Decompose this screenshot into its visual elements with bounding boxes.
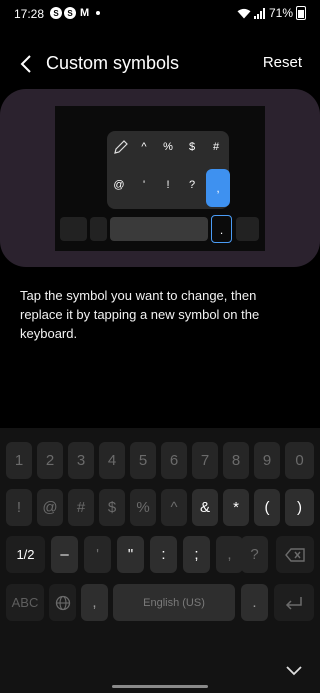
key-hash[interactable]: # — [68, 489, 94, 526]
key-8[interactable]: 8 — [223, 442, 249, 479]
status-time: 17:28 — [14, 7, 45, 21]
key-open-paren[interactable]: ( — [254, 489, 280, 526]
key-5[interactable]: 5 — [130, 442, 156, 479]
space-key[interactable]: English (US) — [113, 584, 235, 621]
key-percent[interactable]: % — [130, 489, 156, 526]
key-6[interactable]: 6 — [161, 442, 187, 479]
battery-icon — [296, 6, 306, 20]
popup-symbol[interactable]: ' — [134, 179, 154, 191]
key-ampersand[interactable]: & — [192, 489, 218, 526]
key-9[interactable]: 9 — [254, 442, 280, 479]
popup-symbol[interactable]: ^ — [134, 141, 154, 153]
preview-key — [60, 217, 87, 241]
more-notifications-icon — [96, 11, 101, 15]
status-bar: 17:28 S S M 71% — [0, 0, 320, 28]
period-key[interactable]: . — [241, 584, 268, 621]
back-button[interactable] — [12, 50, 40, 78]
popup-symbol[interactable]: $ — [182, 141, 202, 153]
signal-icon — [253, 7, 265, 19]
enter-icon — [285, 596, 302, 610]
comma-key[interactable]: , — [81, 584, 108, 621]
popup-symbol[interactable]: @ — [109, 179, 129, 191]
backspace-key[interactable] — [276, 536, 314, 573]
reset-button[interactable]: Reset — [263, 54, 302, 71]
home-indicator[interactable] — [112, 685, 208, 688]
enter-key[interactable] — [274, 584, 314, 621]
page-title: Custom symbols — [46, 53, 180, 73]
key-0[interactable]: 0 — [285, 442, 314, 479]
key-page-toggle[interactable]: 1/2 — [6, 536, 45, 573]
key-close-paren[interactable]: ) — [285, 489, 314, 526]
gmail-icon: M — [80, 7, 90, 19]
key-dash[interactable]: – — [51, 536, 78, 573]
notification-icons: S S M — [50, 7, 101, 19]
app-badge-icon: S — [64, 7, 76, 19]
chevron-left-icon — [20, 55, 31, 73]
hide-keyboard-icon[interactable] — [284, 664, 304, 678]
key-colon[interactable]: : — [150, 536, 177, 573]
language-key[interactable] — [49, 584, 76, 621]
preview-period-key[interactable]: . — [211, 215, 232, 243]
key-3[interactable]: 3 — [68, 442, 94, 479]
pencil-icon[interactable] — [113, 139, 129, 160]
globe-icon — [55, 595, 70, 610]
battery-percent: 71% — [268, 6, 293, 20]
key-2[interactable]: 2 — [37, 442, 63, 479]
key-1[interactable]: 1 — [6, 442, 32, 479]
key-question[interactable]: ? — [241, 536, 268, 573]
key-quote[interactable]: " — [117, 536, 144, 573]
key-7[interactable]: 7 — [192, 442, 218, 479]
abc-key[interactable]: ABC — [6, 584, 44, 621]
key-dollar[interactable]: $ — [99, 489, 125, 526]
selected-symbol-key[interactable]: , — [206, 169, 230, 207]
key-semicolon[interactable]: ; — [183, 536, 210, 573]
key-4[interactable]: 4 — [99, 442, 125, 479]
popup-symbol[interactable]: ? — [182, 179, 202, 191]
app-header: Custom symbols Reset — [0, 44, 320, 82]
popup-symbol[interactable]: # — [206, 141, 226, 153]
popup-symbol[interactable]: ! — [158, 179, 178, 191]
key-apostrophe[interactable]: ' — [84, 536, 111, 573]
key-caret[interactable]: ^ — [161, 489, 187, 526]
popup-symbol[interactable]: % — [158, 141, 178, 153]
wifi-icon — [237, 8, 251, 18]
preview-key — [236, 217, 259, 241]
app-badge-icon: S — [50, 7, 62, 19]
instruction-text: Tap the symbol you want to change, then … — [20, 288, 260, 341]
key-exclamation[interactable]: ! — [6, 489, 32, 526]
backspace-icon — [285, 547, 305, 562]
preview-space-key — [110, 217, 208, 241]
key-at[interactable]: @ — [37, 489, 63, 526]
preview-key — [90, 217, 107, 241]
system-icons: 71% — [237, 6, 306, 20]
key-asterisk[interactable]: * — [223, 489, 249, 526]
key-comma[interactable]: , — [216, 536, 243, 573]
